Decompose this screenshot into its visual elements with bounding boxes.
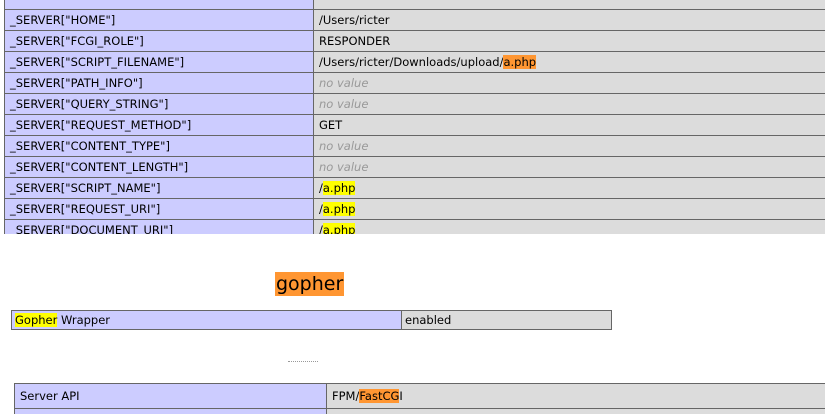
server-var-key: _SERVER["SCRIPT_FILENAME"]	[4, 51, 314, 73]
server-api-panel: Server API FPM/FastCGI	[0, 361, 825, 414]
no-value-text: no value	[319, 97, 369, 111]
server-var-value: GET	[313, 114, 825, 136]
server-var-value: no value	[313, 72, 825, 94]
server-var-value: /a.php	[313, 219, 825, 234]
server-var-key: _SERVER["CONTENT_TYPE"]	[4, 135, 314, 157]
server-var-key: _SERVER["HOME"]	[4, 9, 314, 31]
value-text: /Users/ricter/Downloads/upload/	[319, 55, 504, 69]
table-row: _SERVER["FCGI_ROLE"] RESPONDER	[4, 30, 825, 52]
server-var-value: /a.php	[313, 198, 825, 220]
server-api-value: FPM/FastCGI	[326, 383, 825, 409]
section-title-gopher: gopher	[275, 272, 345, 296]
server-var-key: _SERVER["SCRIPT_NAME"]	[4, 177, 314, 199]
table-row: _SERVER["QUERY_STRING"] no value	[4, 93, 825, 115]
gopher-wrapper-value: enabled	[401, 310, 612, 330]
table-row: _SERVER["SCRIPT_FILENAME"]/Users/ricter/…	[4, 51, 825, 73]
server-var-key: _SERVER["REQUEST_METHOD"]	[4, 114, 314, 136]
server-var-value: no value	[313, 93, 825, 115]
no-value-text: no value	[319, 76, 369, 90]
server-var-key: _SERVER["PATH_INFO"]	[4, 72, 314, 94]
highlight-fastcgi: FastCG	[359, 389, 400, 403]
gopher-table: Gopher Wrapper enabled	[11, 310, 612, 330]
search-highlight: a.php	[503, 55, 537, 69]
table-row: _SERVER["CONTENT_TYPE"] no value	[4, 135, 825, 157]
server-api-table: Server API FPM/FastCGI	[14, 383, 825, 414]
server-var-key: _SERVER["DOCUMENT_URI"]	[4, 219, 314, 234]
gopher-wrapper-key: Gopher Wrapper	[11, 310, 402, 330]
table-row: _SERVER["CONTENT_LENGTH"] no value	[4, 156, 825, 178]
server-var-value: no value	[313, 156, 825, 178]
server-var-value: no value	[313, 135, 825, 157]
table-row: _SERVER["REQUEST_METHOD"] GET	[4, 114, 825, 136]
table-row: _SERVER["DOCUMENT_URI"]/a.php	[4, 219, 825, 234]
search-highlight: a.php	[322, 181, 356, 195]
server-var-value: RESPONDER	[313, 30, 825, 52]
server-vars-panel: _SERVER["HOME"] /Users/ricter _SERVER["FCG…	[0, 0, 825, 234]
server-var-value: /Users/ricter	[313, 9, 825, 31]
server-vars-table: _SERVER["HOME"] /Users/ricter _SERVER["FCG…	[4, 0, 825, 234]
server-var-key: _SERVER["FCGI_ROLE"]	[4, 30, 314, 52]
table-row: _SERVER["PATH_INFO"] no value	[4, 72, 825, 94]
table-row	[4, 0, 825, 10]
value-text: RESPONDER	[319, 34, 391, 48]
server-var-value: /a.php	[313, 177, 825, 199]
no-value-text: no value	[319, 160, 369, 174]
table-row: Server API FPM/FastCGI	[14, 383, 825, 409]
highlight-gopher: Gopher	[15, 313, 58, 327]
search-highlight: a.php	[322, 202, 356, 216]
server-api-key: Server API	[14, 383, 327, 409]
server-var-key: _SERVER["REQUEST_URI"]	[4, 198, 314, 220]
server-var-value: /Users/ricter/Downloads/upload/a.php	[313, 51, 825, 73]
value-text: GET	[319, 118, 343, 132]
table-row: _SERVER["HOME"] /Users/ricter	[4, 9, 825, 31]
table-row: _SERVER["SCRIPT_NAME"]/a.php	[4, 177, 825, 199]
no-value-text: no value	[319, 139, 369, 153]
server-var-key: _SERVER["CONTENT_LENGTH"]	[4, 156, 314, 178]
cropped-text-residue	[288, 361, 318, 364]
search-highlight: a.php	[322, 223, 356, 234]
value-text: /Users/ricter	[319, 13, 390, 27]
table-row: Gopher Wrapper enabled	[11, 310, 612, 330]
server-var-key: _SERVER["QUERY_STRING"]	[4, 93, 314, 115]
table-row: _SERVER["REQUEST_URI"]/a.php	[4, 198, 825, 220]
table-row	[14, 408, 825, 414]
